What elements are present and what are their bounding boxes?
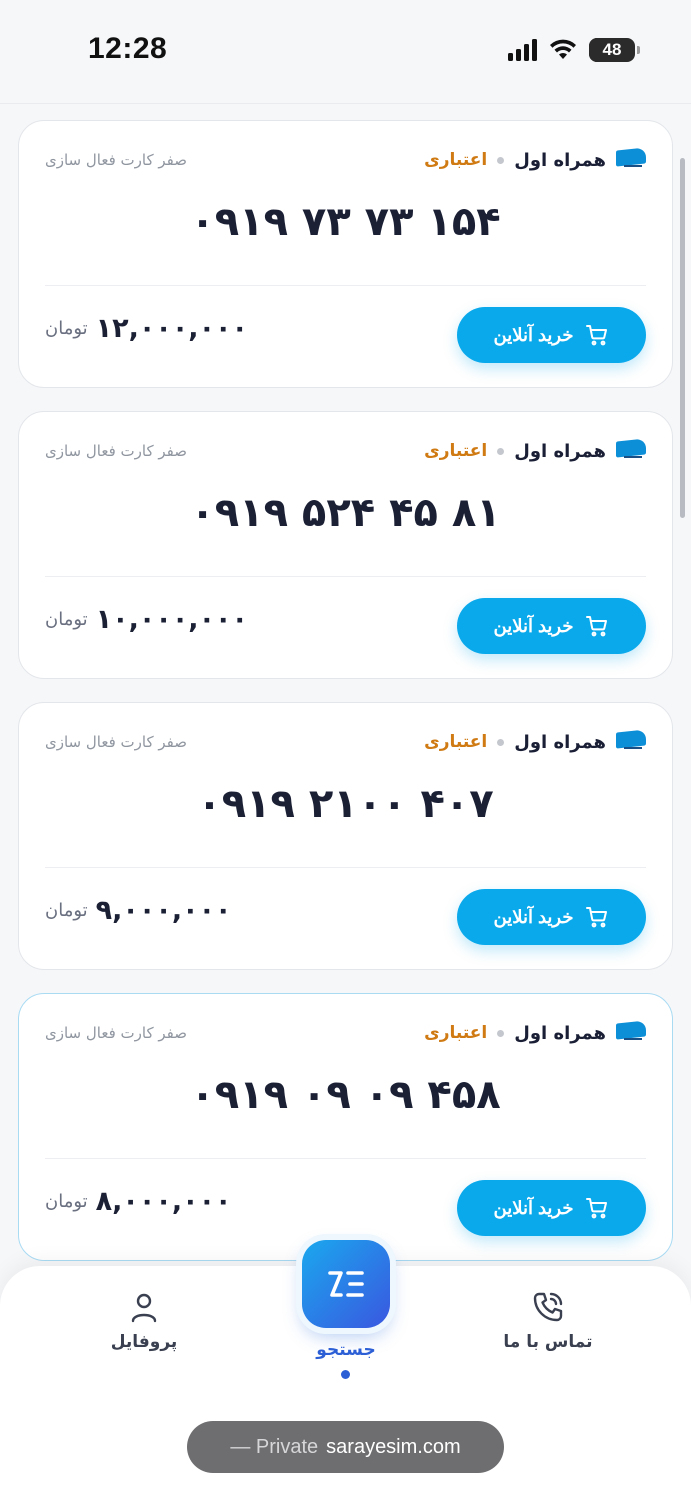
url-domain: sarayesim.com xyxy=(326,1435,461,1458)
sim-number: ۰۹۱۹ ۰۹ ۰۹ ۴۵۸ xyxy=(190,1072,501,1118)
operator-logo-icon xyxy=(616,438,646,464)
nav-contact[interactable]: تماس با ما xyxy=(478,1290,618,1352)
active-tab-indicator xyxy=(341,1370,350,1379)
operator-row: همراه اول اعتباری xyxy=(424,1020,646,1046)
sim-type: اعتباری xyxy=(424,441,488,461)
nav-contact-label: تماس با ما xyxy=(503,1332,593,1352)
price-value: ۹,۰۰۰,۰۰۰ xyxy=(95,895,232,926)
operator-row: همراه اول اعتباری xyxy=(424,147,646,173)
buy-online-button[interactable]: خرید آنلاین xyxy=(457,1180,646,1236)
divider xyxy=(45,285,646,286)
sim-card[interactable]: صفر کارت فعال سازی همراه اول اعتباری ۰۹۱… xyxy=(18,702,673,970)
cart-icon xyxy=(586,325,608,346)
buy-button-label: خرید آنلاین xyxy=(493,1197,574,1218)
divider xyxy=(45,867,646,868)
sim-number: ۰۹۱۹ ۲۱۰۰ ۴۰۷ xyxy=(197,781,494,827)
separator-dot xyxy=(497,1029,505,1037)
sim-type: اعتباری xyxy=(424,732,488,752)
sim-card[interactable]: صفر کارت فعال سازی همراه اول اعتباری ۰۹۱… xyxy=(18,120,673,388)
battery-level: 48 xyxy=(602,40,622,59)
separator-dot xyxy=(497,156,505,164)
sim-number: ۰۹۱۹ ۷۳ ۷۳ ۱۵۴ xyxy=(190,199,501,245)
divider xyxy=(45,1158,646,1159)
operator-name: همراه اول xyxy=(514,1022,606,1044)
separator-dot xyxy=(497,738,505,746)
status-icons: 48 xyxy=(508,38,640,62)
buy-online-button[interactable]: خرید آنلاین xyxy=(457,598,646,654)
activation-note: صفر کارت فعال سازی xyxy=(45,442,187,460)
buy-button-label: خرید آنلاین xyxy=(493,906,574,927)
scrollbar[interactable] xyxy=(680,158,685,518)
user-icon xyxy=(131,1293,157,1323)
operator-row: همراه اول اعتباری xyxy=(424,729,646,755)
sim-type: اعتباری xyxy=(424,150,488,170)
buy-button-label: خرید آنلاین xyxy=(493,324,574,345)
operator-name: همراه اول xyxy=(514,440,606,462)
price-row: تومان ۱۲,۰۰۰,۰۰۰ xyxy=(45,313,248,344)
price-value: ۸,۰۰۰,۰۰۰ xyxy=(95,1186,232,1217)
cart-icon xyxy=(586,907,608,928)
activation-note: صفر کارت فعال سازی xyxy=(45,1024,187,1042)
status-time: 12:28 xyxy=(88,32,168,65)
filter-list-icon xyxy=(328,1271,364,1297)
buy-online-button[interactable]: خرید آنلاین xyxy=(457,889,646,945)
price-value: ۱۲,۰۰۰,۰۰۰ xyxy=(95,313,249,344)
divider xyxy=(45,576,646,577)
signal-icon xyxy=(508,39,537,61)
sim-listing: صفر کارت فعال سازی همراه اول اعتباری ۰۹۱… xyxy=(18,120,673,1284)
operator-logo-icon xyxy=(616,147,646,173)
activation-note: صفر کارت فعال سازی xyxy=(45,733,187,751)
sim-type: اعتباری xyxy=(424,1023,488,1043)
operator-name: همراه اول xyxy=(514,731,606,753)
nav-profile[interactable]: پروفایل xyxy=(74,1290,214,1352)
price-value: ۱۰,۰۰۰,۰۰۰ xyxy=(95,604,249,635)
cart-icon xyxy=(586,616,608,637)
sim-number: ۰۹۱۹ ۵۲۴ ۴۵ ۸۱ xyxy=(190,490,501,536)
operator-logo-icon xyxy=(616,1020,646,1046)
price-currency: تومان xyxy=(45,900,88,921)
buy-online-button[interactable]: خرید آنلاین xyxy=(457,307,646,363)
price-currency: تومان xyxy=(45,318,88,339)
sim-card[interactable]: صفر کارت فعال سازی همراه اول اعتباری ۰۹۱… xyxy=(18,411,673,679)
price-row: تومان ۱۰,۰۰۰,۰۰۰ xyxy=(45,604,248,635)
private-label: — Private xyxy=(230,1435,319,1458)
operator-name: همراه اول xyxy=(514,149,606,171)
nav-profile-label: پروفایل xyxy=(110,1332,178,1352)
price-row: تومان ۸,۰۰۰,۰۰۰ xyxy=(45,1186,232,1217)
buy-button-label: خرید آنلاین xyxy=(493,615,574,636)
search-fab-button[interactable] xyxy=(302,1240,390,1328)
sim-card[interactable]: صفر کارت فعال سازی همراه اول اعتباری ۰۹۱… xyxy=(18,993,673,1261)
phone-call-icon xyxy=(533,1292,563,1322)
separator-dot xyxy=(497,447,505,455)
price-currency: تومان xyxy=(45,1191,88,1212)
status-bar: 12:28 48 xyxy=(0,0,691,104)
wifi-icon xyxy=(550,39,576,59)
price-currency: تومان xyxy=(45,609,88,630)
operator-row: همراه اول اعتباری xyxy=(424,438,646,464)
browser-url-pill[interactable]: — Private sarayesim.com xyxy=(187,1421,504,1473)
operator-logo-icon xyxy=(616,729,646,755)
activation-note: صفر کارت فعال سازی xyxy=(45,151,187,169)
battery-icon: 48 xyxy=(589,38,640,62)
cart-icon xyxy=(586,1198,608,1219)
price-row: تومان ۹,۰۰۰,۰۰۰ xyxy=(45,895,232,926)
nav-search-label: جستجو xyxy=(316,1340,376,1360)
